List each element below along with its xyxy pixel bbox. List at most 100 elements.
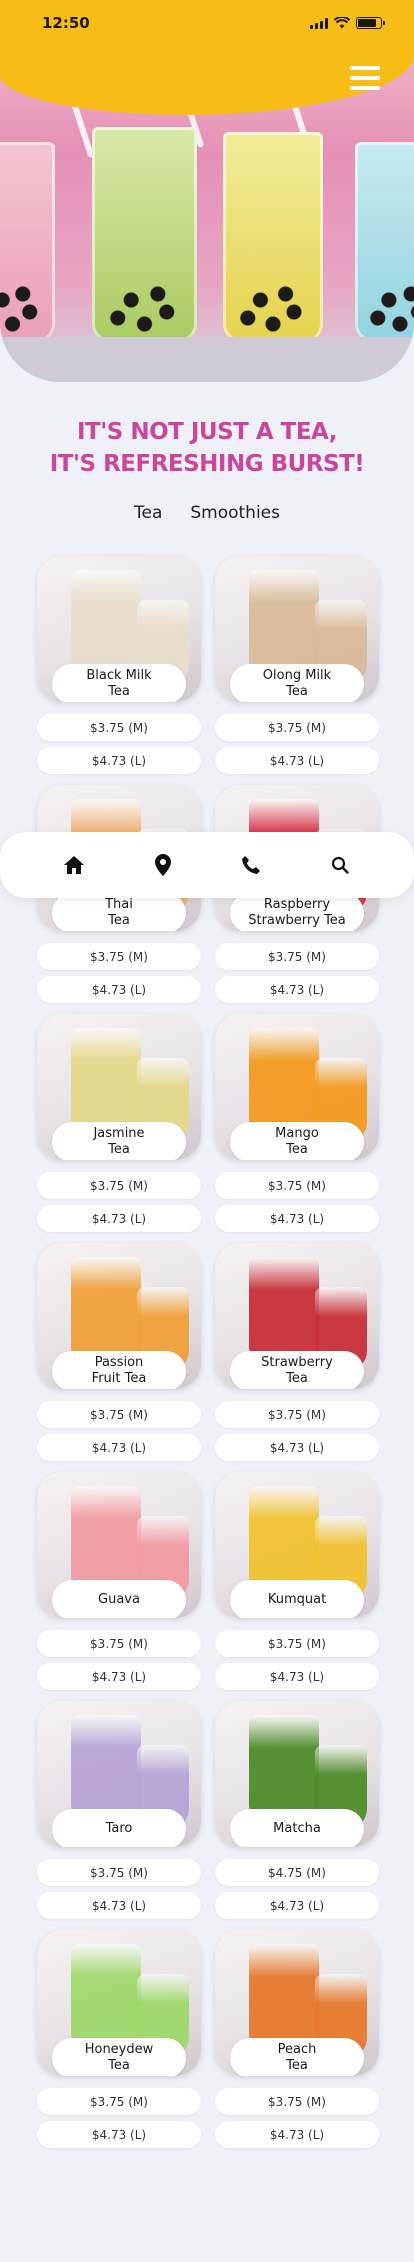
price-large[interactable]: $4.73 (L) bbox=[215, 1892, 379, 1919]
product-name: Strawberry Tea bbox=[230, 1351, 364, 1389]
price-large[interactable]: $4.73 (L) bbox=[37, 1205, 201, 1232]
product-card[interactable]: Jasmine Tea $3.75 (M) $4.73 (L) bbox=[37, 1014, 201, 1243]
price-large[interactable]: $4.73 (L) bbox=[215, 2121, 379, 2148]
price-large[interactable]: $4.73 (L) bbox=[37, 1434, 201, 1461]
product-name-line: Fruit Tea bbox=[91, 1371, 147, 1386]
product-name: Thai Tea bbox=[52, 893, 186, 931]
product-card[interactable]: Raspberry Strawberry Tea $3.75 (M) $4.73 (L… bbox=[215, 785, 379, 1014]
price-medium[interactable]: $3.75 (M) bbox=[37, 1630, 201, 1657]
product-image[interactable]: Kumquat bbox=[215, 1472, 379, 1618]
status-icons bbox=[310, 17, 385, 29]
price-medium[interactable]: $3.75 (M) bbox=[215, 714, 379, 741]
product-grid: Black Milk Tea $3.75 (M) $4.73 (L) Olong Mil… bbox=[37, 556, 379, 2159]
price-large[interactable]: $4.73 (L) bbox=[215, 1434, 379, 1461]
product-image[interactable]: Jasmine Tea bbox=[37, 1014, 201, 1160]
price-large[interactable]: $4.73 (L) bbox=[215, 747, 379, 774]
price-large[interactable]: $4.73 (L) bbox=[215, 976, 379, 1003]
product-image[interactable]: Guava bbox=[37, 1472, 201, 1618]
product-card[interactable]: Taro $3.75 (M) $4.73 (L) bbox=[37, 1701, 201, 1930]
product-name-line: Jasmine bbox=[93, 1126, 145, 1141]
product-card[interactable]: Strawberry Tea $3.75 (M) $4.73 (L) bbox=[215, 1243, 379, 1472]
product-name-line: Kumquat bbox=[267, 1592, 327, 1607]
product-card[interactable]: Mango Tea $3.75 (M) $4.73 (L) bbox=[215, 1014, 379, 1243]
status-time: 12:50 bbox=[42, 14, 90, 32]
price-medium[interactable]: $3.75 (M) bbox=[37, 2088, 201, 2115]
product-image[interactable]: Taro bbox=[37, 1701, 201, 1847]
price-medium[interactable]: $3.75 (M) bbox=[215, 1401, 379, 1428]
product-card[interactable]: Thai Tea $3.75 (M) $4.73 (L) bbox=[37, 785, 201, 1014]
price-medium[interactable]: $3.75 (M) bbox=[215, 943, 379, 970]
product-name: Raspberry Strawberry Tea bbox=[230, 893, 364, 931]
tab-smoothies[interactable]: Smoothies bbox=[190, 503, 280, 523]
product-name-line: Tea bbox=[286, 684, 308, 699]
product-name: Black Milk Tea bbox=[52, 664, 186, 702]
bottom-nav bbox=[0, 832, 414, 898]
price-medium[interactable]: $3.75 (M) bbox=[37, 1401, 201, 1428]
phone-icon[interactable] bbox=[231, 845, 271, 885]
product-name: Passion Fruit Tea bbox=[52, 1351, 186, 1389]
product-image[interactable]: Black Milk Tea bbox=[37, 556, 201, 702]
product-name: Taro bbox=[52, 1809, 186, 1847]
product-card[interactable]: Olong Milk Tea $3.75 (M) $4.73 (L) bbox=[215, 556, 379, 785]
product-image[interactable]: Strawberry Tea bbox=[215, 1243, 379, 1389]
product-card[interactable]: Peach Tea $3.75 (M) $4.73 (L) bbox=[215, 1930, 379, 2159]
product-name-line: Matcha bbox=[273, 1821, 321, 1836]
product-image[interactable]: Mango Tea bbox=[215, 1014, 379, 1160]
product-name: Peach Tea bbox=[230, 2038, 364, 2076]
product-name-line: Peach bbox=[277, 2042, 317, 2057]
product-card[interactable]: Honeydew Tea $3.75 (M) $4.73 (L) bbox=[37, 1930, 201, 2159]
status-bar: 12:50 bbox=[0, 0, 414, 46]
price-medium[interactable]: $3.75 (M) bbox=[37, 1859, 201, 1886]
product-name-line: Tea bbox=[286, 1142, 308, 1157]
search-icon[interactable] bbox=[320, 845, 360, 885]
product-image[interactable]: Peach Tea bbox=[215, 1930, 379, 2076]
hero-banner bbox=[0, 0, 414, 382]
product-card[interactable]: Passion Fruit Tea $3.75 (M) $4.73 (L) bbox=[37, 1243, 201, 1472]
product-name-line: Passion bbox=[94, 1355, 144, 1370]
price-large[interactable]: $4.73 (L) bbox=[37, 1663, 201, 1690]
price-large[interactable]: $4.73 (L) bbox=[215, 1663, 379, 1690]
product-image[interactable]: Honeydew Tea bbox=[37, 1930, 201, 2076]
category-tabs: Tea Smoothies bbox=[0, 503, 414, 523]
product-name-line: Tea bbox=[108, 913, 130, 928]
price-large[interactable]: $4.73 (L) bbox=[37, 2121, 201, 2148]
hamburger-menu-icon[interactable] bbox=[350, 66, 380, 90]
product-card[interactable]: Kumquat $3.75 (M) $4.73 (L) bbox=[215, 1472, 379, 1701]
product-name-line: Olong Milk bbox=[262, 668, 332, 683]
product-name-line: Honeydew bbox=[84, 2042, 154, 2057]
product-name-line: Guava bbox=[98, 1592, 140, 1607]
product-name-line: Strawberry Tea bbox=[248, 913, 346, 928]
price-large[interactable]: $4.73 (L) bbox=[37, 747, 201, 774]
bubble-tea-glass-blue bbox=[355, 142, 414, 342]
price-medium[interactable]: $3.75 (M) bbox=[215, 2088, 379, 2115]
product-image[interactable]: Matcha bbox=[215, 1701, 379, 1847]
price-medium[interactable]: $3.75 (M) bbox=[37, 1172, 201, 1199]
price-medium[interactable]: $3.75 (M) bbox=[215, 1172, 379, 1199]
product-name-line: Black Milk bbox=[86, 668, 152, 683]
product-card[interactable]: Black Milk Tea $3.75 (M) $4.73 (L) bbox=[37, 556, 201, 785]
product-card[interactable]: Matcha $4.75 (M) $4.73 (L) bbox=[215, 1701, 379, 1930]
price-medium[interactable]: $4.75 (M) bbox=[215, 1859, 379, 1886]
price-large[interactable]: $4.73 (L) bbox=[215, 1205, 379, 1232]
price-medium[interactable]: $3.75 (M) bbox=[37, 943, 201, 970]
home-icon[interactable] bbox=[54, 845, 94, 885]
product-name-line: Strawberry bbox=[261, 1355, 333, 1370]
product-name: Olong Milk Tea bbox=[230, 664, 364, 702]
product-name: Kumquat bbox=[230, 1580, 364, 1618]
tab-tea[interactable]: Tea bbox=[134, 503, 162, 523]
product-name: Honeydew Tea bbox=[52, 2038, 186, 2076]
price-medium[interactable]: $3.75 (M) bbox=[37, 714, 201, 741]
battery-icon bbox=[356, 17, 385, 29]
product-name-line: Tea bbox=[108, 684, 130, 699]
product-image[interactable]: Olong Milk Tea bbox=[215, 556, 379, 702]
bubble-tea-glass-pink bbox=[0, 142, 55, 342]
product-name: Matcha bbox=[230, 1809, 364, 1847]
price-large[interactable]: $4.73 (L) bbox=[37, 1892, 201, 1919]
product-card[interactable]: Guava $3.75 (M) $4.73 (L) bbox=[37, 1472, 201, 1701]
location-pin-icon[interactable] bbox=[143, 845, 183, 885]
product-image[interactable]: Passion Fruit Tea bbox=[37, 1243, 201, 1389]
signal-icon bbox=[310, 17, 328, 29]
bubble-tea-glass-yellow bbox=[223, 132, 323, 342]
price-large[interactable]: $4.73 (L) bbox=[37, 976, 201, 1003]
price-medium[interactable]: $3.75 (M) bbox=[215, 1630, 379, 1657]
